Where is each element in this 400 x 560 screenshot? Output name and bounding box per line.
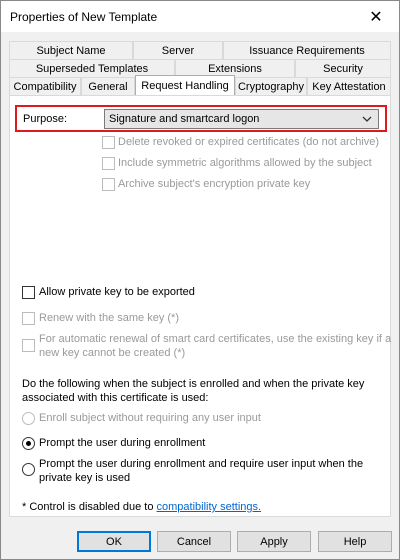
delete-revoked-checkbox[interactable]: [102, 136, 115, 149]
include-symmetric-label: Include symmetric algorithms allowed by …: [118, 157, 372, 169]
enroll-no-input-label: Enroll subject without requiring any use…: [39, 412, 261, 424]
close-icon: ✕: [369, 8, 383, 26]
chevron-down-icon: [362, 116, 372, 122]
enrollment-intro-line2: associated with this certificate is used…: [22, 392, 209, 404]
cancel-button[interactable]: Cancel: [157, 531, 231, 552]
tab-subject-name[interactable]: Subject Name: [9, 41, 133, 59]
tab-label: Key Attestation: [312, 80, 386, 93]
auto-renewal-checkbox[interactable]: [22, 339, 35, 352]
apply-button[interactable]: Apply: [237, 531, 311, 552]
tab-key-attestation[interactable]: Key Attestation: [307, 77, 391, 95]
renew-same-key-checkbox[interactable]: [22, 312, 35, 325]
archive-key-label: Archive subject's encryption private key: [118, 178, 311, 190]
purpose-label: Purpose:: [23, 113, 68, 125]
tab-cryptography[interactable]: Cryptography: [235, 77, 307, 95]
enroll-no-input-radio[interactable]: [22, 412, 35, 425]
properties-dialog: Properties of New Template ✕ Subject Nam…: [0, 0, 400, 560]
tab-row-1: Subject Name Server Issuance Requirement…: [9, 41, 391, 59]
tab-label: Superseded Templates: [35, 62, 149, 75]
tab-request-handling[interactable]: Request Handling: [135, 75, 235, 95]
tab-security[interactable]: Security: [295, 59, 391, 77]
allow-export-checkbox[interactable]: [22, 286, 35, 299]
tab-compatibility[interactable]: Compatibility: [9, 77, 81, 95]
tab-label: General: [88, 80, 128, 93]
tab-label: Issuance Requirements: [249, 44, 365, 57]
close-button[interactable]: ✕: [353, 1, 399, 32]
ok-button[interactable]: OK: [77, 531, 151, 552]
tab-label: Extensions: [208, 62, 262, 75]
include-symmetric-checkbox[interactable]: [102, 157, 115, 170]
purpose-dropdown[interactable]: Signature and smartcard logon: [104, 109, 379, 129]
help-button[interactable]: Help: [318, 531, 392, 552]
window-title: Properties of New Template: [10, 10, 158, 24]
prompt-require-input-line2: private key is used: [39, 472, 131, 484]
footnote-text: * Control is disabled due to: [22, 501, 157, 513]
tab-label: Compatibility: [13, 80, 77, 93]
tab-server[interactable]: Server: [133, 41, 223, 59]
footnote: * Control is disabled due to compatibili…: [22, 501, 261, 513]
radio-selected-dot: [26, 441, 31, 446]
prompt-user-radio[interactable]: [22, 437, 35, 450]
prompt-user-label: Prompt the user during enrollment: [39, 437, 206, 449]
title-bar: Properties of New Template ✕: [1, 1, 399, 32]
prompt-require-input-line1: Prompt the user during enrollment and re…: [39, 458, 364, 470]
tab-label: Subject Name: [36, 44, 106, 57]
compatibility-settings-link[interactable]: compatibility settings.: [157, 501, 262, 513]
allow-export-label: Allow private key to be exported: [39, 286, 195, 298]
tab-label: Request Handling: [141, 79, 229, 92]
tab-label: Server: [161, 44, 195, 57]
enrollment-intro-line1: Do the following when the subject is enr…: [22, 378, 365, 390]
purpose-selected-value: Signature and smartcard logon: [109, 113, 260, 125]
delete-revoked-label: Delete revoked or expired certificates (…: [118, 136, 380, 148]
prompt-require-input-radio[interactable]: [22, 463, 35, 476]
tab-row-3: Compatibility General Request Handling C…: [9, 75, 391, 95]
tab-label: Cryptography: [237, 80, 305, 93]
renew-same-key-label: Renew with the same key (*): [39, 312, 179, 324]
archive-key-checkbox[interactable]: [102, 178, 115, 191]
auto-renewal-label-line1: For automatic renewal of smart card cert…: [39, 333, 392, 345]
auto-renewal-label-line2: new key cannot be created (*): [39, 347, 186, 359]
tab-label: Security: [323, 62, 363, 75]
tab-general[interactable]: General: [81, 77, 135, 95]
tab-issuance-requirements[interactable]: Issuance Requirements: [223, 41, 391, 59]
